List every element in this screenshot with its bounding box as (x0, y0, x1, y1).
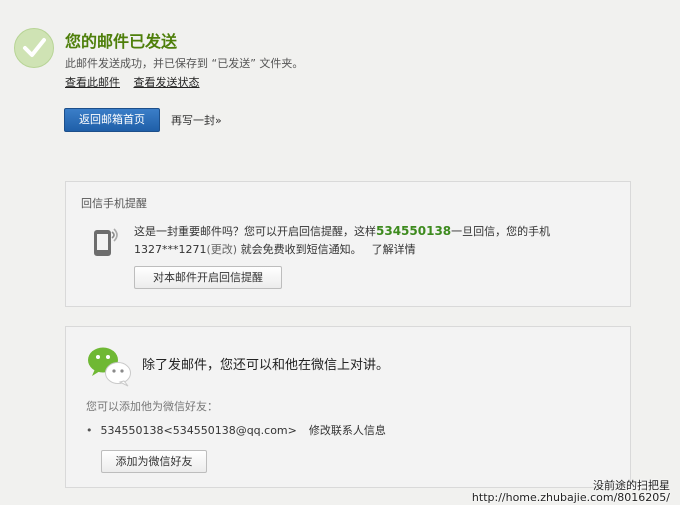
learn-more-link[interactable]: 了解详情 (372, 243, 416, 256)
phone-icon (92, 226, 120, 258)
reply-alert-text-line2: 就会免费收到短信通知。 (237, 243, 362, 256)
reply-alert-text: 这是一封重要邮件吗？您可以开启回信提醒，这样534550138一旦回信，您的手机 (134, 223, 550, 239)
wechat-contact-item: • 534550138<534550138@qq.com> 修改联系人信息 (86, 422, 386, 438)
bullet-icon: • (86, 424, 93, 437)
contact-address: 534550138<534550138@qq.com> (100, 424, 297, 437)
success-check-icon (14, 28, 54, 68)
change-phone-link[interactable]: (更改) (207, 243, 238, 256)
wechat-icon (86, 344, 134, 388)
watermark-url: http://home.zhubajie.com/8016205/ (471, 491, 670, 504)
wechat-subtitle: 您可以添加他为微信好友： (86, 400, 218, 413)
reply-alert-text-before: 这是一封重要邮件吗？您可以开启回信提醒，这样 (134, 225, 376, 238)
reply-alert-number: 534550138 (376, 224, 452, 238)
rewrite-link[interactable]: 再写一封» (171, 112, 222, 128)
add-wechat-friend-button[interactable]: 添加为微信好友 (101, 450, 207, 473)
success-links: 查看此邮件 查看发送状态 (65, 74, 210, 90)
enable-reply-alert-button[interactable]: 对本邮件开启回信提醒 (134, 266, 282, 289)
view-mail-link[interactable]: 查看此邮件 (65, 76, 120, 89)
reply-alert-title: 回信手机提醒 (81, 197, 147, 210)
phone-number: 1327***1271 (134, 243, 207, 256)
reply-alert-panel: 回信手机提醒 这是一封重要邮件吗？您可以开启回信提醒，这样534550138一旦… (65, 181, 631, 307)
reply-alert-text-after: 一旦回信，您的手机 (451, 225, 551, 238)
back-to-inbox-button[interactable]: 返回邮箱首页 (64, 108, 160, 132)
success-description: 此邮件发送成功，并已保存到 “已发送” 文件夹。 (65, 57, 304, 70)
wechat-heading: 除了发邮件，您还可以和他在微信上对讲。 (142, 358, 390, 373)
view-status-link[interactable]: 查看发送状态 (134, 76, 200, 89)
edit-contact-link[interactable]: 修改联系人信息 (309, 424, 386, 437)
page-title: 您的邮件已发送 (65, 32, 178, 51)
reply-alert-phone-line: 1327***1271(更改) 就会免费收到短信通知。 了解详情 (134, 241, 416, 257)
wechat-panel: 除了发邮件，您还可以和他在微信上对讲。 您可以添加他为微信好友： • 534550… (65, 326, 631, 488)
